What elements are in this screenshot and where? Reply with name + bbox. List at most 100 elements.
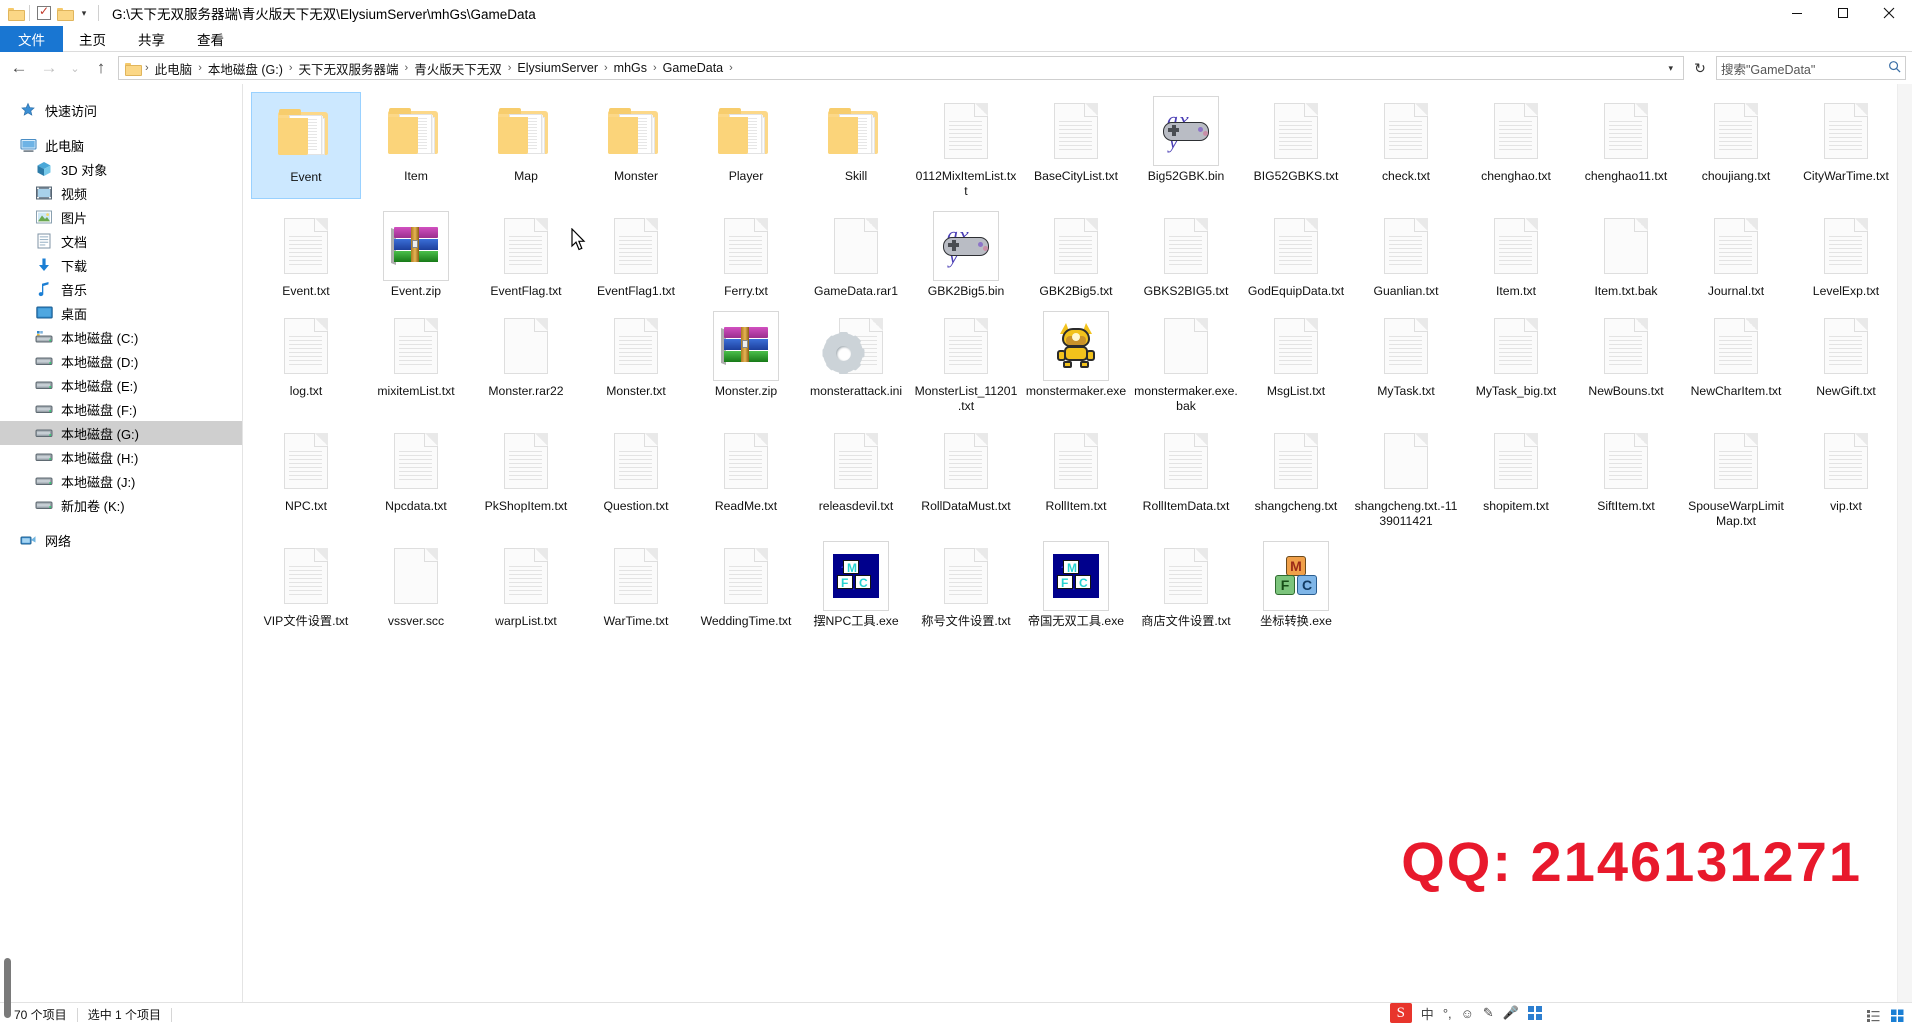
- sidebar-item-12[interactable]: 本地磁盘 (F:): [0, 397, 242, 421]
- sidebar-item-6[interactable]: 下载: [0, 253, 242, 277]
- sidebar-item-2[interactable]: 3D 对象: [0, 157, 242, 181]
- back-button[interactable]: ←: [6, 55, 32, 81]
- large-icons-view-icon[interactable]: [1888, 1006, 1906, 1024]
- file-item[interactable]: Event.zip: [361, 207, 471, 299]
- close-button[interactable]: [1866, 0, 1912, 26]
- file-item[interactable]: Event.txt: [251, 207, 361, 299]
- minimize-button[interactable]: [1774, 0, 1820, 26]
- maximize-button[interactable]: [1820, 0, 1866, 26]
- file-item[interactable]: GameData.rar1: [801, 207, 911, 299]
- content-scrollbar[interactable]: [1897, 84, 1912, 1002]
- file-item[interactable]: RollItem.txt: [1021, 422, 1131, 529]
- sidebar-item-5[interactable]: 文档: [0, 229, 242, 253]
- toolbox-icon[interactable]: [1528, 1006, 1542, 1020]
- recent-locations-button[interactable]: ⌄: [66, 55, 84, 81]
- qat-properties-icon[interactable]: [35, 4, 53, 22]
- file-item[interactable]: chenghao11.txt: [1571, 92, 1681, 199]
- file-item[interactable]: monstermaker.exe.bak: [1131, 307, 1241, 414]
- file-item[interactable]: Ferry.txt: [691, 207, 801, 299]
- up-button[interactable]: ↑: [88, 55, 114, 81]
- file-item[interactable]: check.txt: [1351, 92, 1461, 199]
- search-input[interactable]: 搜索"GameData": [1721, 59, 1888, 78]
- file-item[interactable]: Skill: [801, 92, 911, 199]
- file-item[interactable]: ax y Big52GBK.bin: [1131, 92, 1241, 199]
- breadcrumb-item-mhgs[interactable]: mhGs: [609, 61, 652, 75]
- file-item[interactable]: M F C 坐标转换.exe: [1241, 537, 1351, 629]
- sidebar-item-9[interactable]: 本地磁盘 (C:): [0, 325, 242, 349]
- file-item[interactable]: Journal.txt: [1681, 207, 1791, 299]
- file-item[interactable]: Monster: [581, 92, 691, 199]
- file-item[interactable]: 商店文件设置.txt: [1131, 537, 1241, 629]
- search-box[interactable]: 搜索"GameData": [1716, 56, 1906, 80]
- file-item[interactable]: NewBouns.txt: [1571, 307, 1681, 414]
- tab-share[interactable]: 共享: [122, 26, 181, 52]
- file-item[interactable]: WeddingTime.txt: [691, 537, 801, 629]
- file-item[interactable]: MsgList.txt: [1241, 307, 1351, 414]
- file-item[interactable]: EventFlag.txt: [471, 207, 581, 299]
- file-item[interactable]: NPC.txt: [251, 422, 361, 529]
- file-item[interactable]: releasdevil.txt: [801, 422, 911, 529]
- file-item[interactable]: ax y GBK2Big5.bin: [911, 207, 1021, 299]
- file-item[interactable]: EventFlag1.txt: [581, 207, 691, 299]
- mic-icon[interactable]: 🎤: [1503, 1005, 1519, 1021]
- sidebar-item-8[interactable]: 桌面: [0, 301, 242, 325]
- file-item[interactable]: RollItemData.txt: [1131, 422, 1241, 529]
- file-item[interactable]: MyTask.txt: [1351, 307, 1461, 414]
- file-item[interactable]: Event: [251, 92, 361, 199]
- file-item[interactable]: Monster.rar22: [471, 307, 581, 414]
- file-item[interactable]: warpList.txt: [471, 537, 581, 629]
- file-item[interactable]: monstermaker.exe: [1021, 307, 1131, 414]
- file-item[interactable]: M F C 帝国无双工具.exe: [1021, 537, 1131, 629]
- sogou-logo-icon[interactable]: S: [1389, 1003, 1412, 1023]
- sidebar-item-15[interactable]: 本地磁盘 (J:): [0, 469, 242, 493]
- file-item[interactable]: shangcheng.txt.-1139011421: [1351, 422, 1461, 529]
- sidebar-item-16[interactable]: 新加卷 (K:): [0, 493, 242, 517]
- sidebar-item-0[interactable]: 快速访问: [0, 98, 242, 122]
- file-item[interactable]: SpouseWarpLimitMap.txt: [1681, 422, 1791, 529]
- file-item[interactable]: GBKS2BIG5.txt: [1131, 207, 1241, 299]
- file-item[interactable]: CityWarTime.txt: [1791, 92, 1901, 199]
- file-item[interactable]: BIG52GBKS.txt: [1241, 92, 1351, 199]
- sidebar-item-10[interactable]: 本地磁盘 (D:): [0, 349, 242, 373]
- sidebar-item-17[interactable]: 网络: [0, 528, 242, 552]
- file-item[interactable]: monsterattack.ini: [801, 307, 911, 414]
- tab-file[interactable]: 文件: [0, 26, 63, 52]
- qat-new-folder-icon[interactable]: [55, 4, 74, 22]
- qat-folder-icon[interactable]: [6, 4, 25, 22]
- file-item[interactable]: MonsterList_11201.txt: [911, 307, 1021, 414]
- file-item[interactable]: WarTime.txt: [581, 537, 691, 629]
- file-item[interactable]: Item.txt: [1461, 207, 1571, 299]
- file-item[interactable]: GodEquipData.txt: [1241, 207, 1351, 299]
- file-item[interactable]: Guanlian.txt: [1351, 207, 1461, 299]
- sidebar-item-1[interactable]: 此电脑: [0, 133, 242, 157]
- sidebar-item-14[interactable]: 本地磁盘 (H:): [0, 445, 242, 469]
- file-item[interactable]: Question.txt: [581, 422, 691, 529]
- breadcrumb-item-qinghuo[interactable]: 青火版天下无双: [409, 59, 507, 78]
- file-item[interactable]: mixitemList.txt: [361, 307, 471, 414]
- file-item[interactable]: ReadMe.txt: [691, 422, 801, 529]
- file-item[interactable]: LevelExp.txt: [1791, 207, 1901, 299]
- pen-icon[interactable]: ✎: [1483, 1005, 1494, 1021]
- qat-customize-caret[interactable]: ▾: [75, 4, 93, 22]
- file-item[interactable]: vip.txt: [1791, 422, 1901, 529]
- file-item[interactable]: 称号文件设置.txt: [911, 537, 1021, 629]
- sidebar-item-13[interactable]: 本地磁盘 (G:): [0, 421, 242, 445]
- tab-view[interactable]: 查看: [181, 26, 240, 52]
- file-item[interactable]: SiftItem.txt: [1571, 422, 1681, 529]
- sidebar-item-11[interactable]: 本地磁盘 (E:): [0, 373, 242, 397]
- file-list-pane[interactable]: Event Item Map Monster Player Skill 0112MixIte…: [243, 84, 1912, 1002]
- breadcrumb-item-this-pc[interactable]: 此电脑: [150, 59, 198, 78]
- details-view-icon[interactable]: [1864, 1006, 1882, 1024]
- sidebar-item-3[interactable]: 视频: [0, 181, 242, 205]
- address-dropdown-icon[interactable]: ▾: [1662, 63, 1679, 74]
- breadcrumb-item-elysiumserver[interactable]: ElysiumServer: [512, 61, 603, 75]
- file-item[interactable]: chenghao.txt: [1461, 92, 1571, 199]
- file-item[interactable]: shopitem.txt: [1461, 422, 1571, 529]
- tab-home[interactable]: 主页: [63, 26, 122, 52]
- file-item[interactable]: Monster.zip: [691, 307, 801, 414]
- ime-mode-label[interactable]: 中: [1421, 1004, 1434, 1023]
- file-item[interactable]: Map: [471, 92, 581, 199]
- breadcrumb-item-gamedata[interactable]: GameData: [658, 61, 728, 75]
- file-item[interactable]: Player: [691, 92, 801, 199]
- file-item[interactable]: NewGift.txt: [1791, 307, 1901, 414]
